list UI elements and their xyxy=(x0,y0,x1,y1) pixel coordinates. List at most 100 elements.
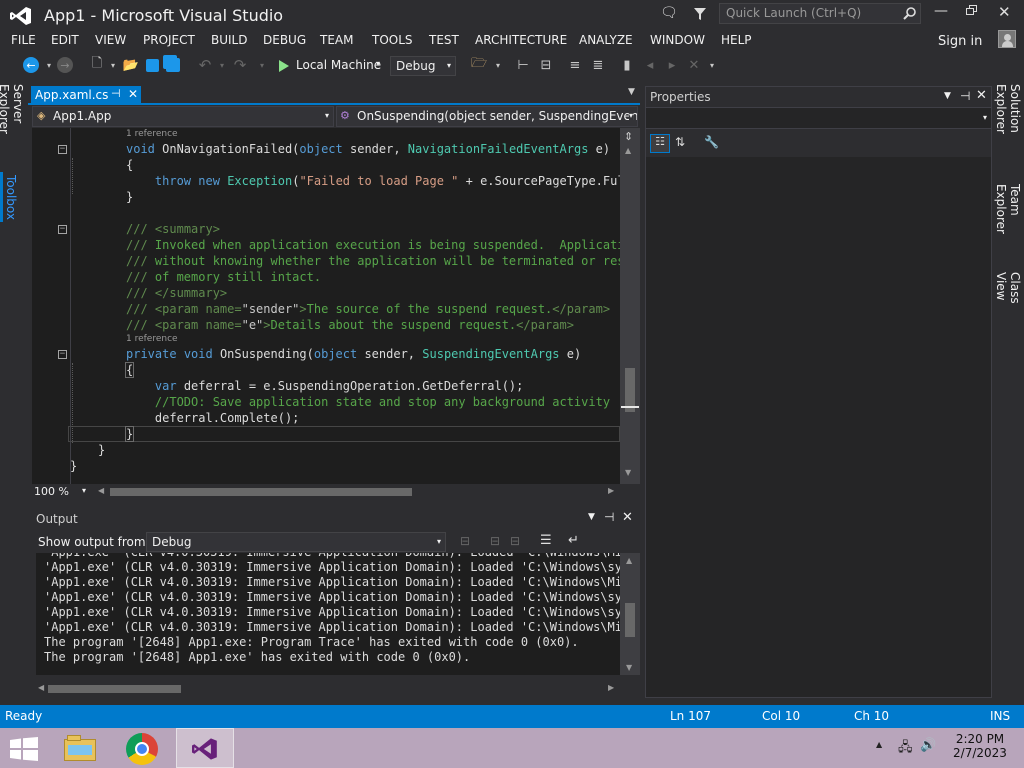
close-window-button[interactable]: ✕ xyxy=(998,3,1011,21)
menu-edit[interactable]: EDIT xyxy=(51,33,79,47)
zoom-dropdown-icon[interactable]: ▾ xyxy=(82,486,86,495)
outdent-icon[interactable]: ≣ xyxy=(589,56,607,74)
menu-team[interactable]: TEAM xyxy=(320,33,353,47)
start-debugging-button[interactable]: Local Machine ▾ xyxy=(276,56,386,76)
save-icon[interactable] xyxy=(146,59,159,72)
menu-analyze[interactable]: ANALYZE xyxy=(579,33,633,47)
clear-all-icon[interactable]: ☰ xyxy=(540,533,552,548)
network-icon[interactable]: 🖧 xyxy=(898,738,913,760)
output-source-select[interactable]: Debug ▾ xyxy=(146,532,446,552)
scroll-right-icon[interactable]: ▶ xyxy=(608,683,614,692)
forward-icon[interactable]: → xyxy=(57,57,73,73)
properties-object-select[interactable]: ▾ xyxy=(646,107,991,129)
layout-icon[interactable]: ⊟ xyxy=(537,56,555,74)
menu-window[interactable]: WINDOW xyxy=(650,33,705,47)
class-navigation-select[interactable]: ◈ App1.App ▾ xyxy=(32,106,334,127)
back-dropdown-icon[interactable]: ▾ xyxy=(40,56,58,74)
code-lens-reference[interactable]: 1 reference xyxy=(126,334,178,344)
next-bookmark-icon[interactable]: ▸ xyxy=(663,56,681,74)
minimize-button[interactable]: — xyxy=(934,3,948,19)
pin-icon[interactable]: ⊣ xyxy=(604,510,614,524)
show-hidden-icons[interactable]: ▲ xyxy=(876,740,882,749)
quick-launch-input[interactable]: Quick Launch (Ctrl+Q) xyxy=(719,3,921,24)
undo-icon[interactable]: ↶ xyxy=(196,56,214,74)
scroll-left-icon[interactable]: ◀ xyxy=(38,683,44,692)
collapse-icon[interactable]: − xyxy=(58,350,67,359)
open-folder-icon[interactable]: 📂 xyxy=(122,56,140,74)
scroll-thumb[interactable] xyxy=(625,603,635,637)
chrome-icon[interactable] xyxy=(126,733,158,765)
start-button[interactable] xyxy=(10,737,38,761)
prev-bookmark-icon[interactable]: ◂ xyxy=(641,56,659,74)
scroll-down-icon[interactable]: ▼ xyxy=(626,663,632,672)
collapse-icon[interactable]: − xyxy=(58,225,67,234)
file-explorer-icon[interactable] xyxy=(64,735,98,762)
redo-dropdown-icon[interactable]: ▾ xyxy=(253,56,271,74)
undo-dropdown-icon[interactable]: ▾ xyxy=(213,56,231,74)
pin-icon[interactable]: ⊣ xyxy=(111,87,121,100)
restore-button[interactable] xyxy=(966,5,978,16)
search-icon[interactable] xyxy=(903,7,916,20)
save-all-icon[interactable] xyxy=(166,58,180,72)
split-icon[interactable]: ⇕ xyxy=(624,130,633,143)
clock[interactable]: 2:20 PM 2/7/2023 xyxy=(952,732,1008,760)
navigate-icon[interactable]: ⊢ xyxy=(514,56,532,74)
editor-vertical-scrollbar[interactable]: ⇕ ▲ ▼ xyxy=(620,128,640,484)
toolbar-overflow-icon[interactable]: ▾ xyxy=(703,56,721,74)
collapse-icon[interactable]: − xyxy=(58,145,67,154)
find-message-icon[interactable]: ⊟ xyxy=(460,534,470,548)
solution-explorer-tab[interactable]: Solution Explorer xyxy=(994,84,1022,176)
pin-icon[interactable]: ⊣ xyxy=(960,89,970,103)
toolbox-tab[interactable]: Toolbox xyxy=(0,172,22,222)
output-vertical-scrollbar[interactable]: ▲ ▼ xyxy=(620,553,640,675)
menu-build[interactable]: BUILD xyxy=(211,33,247,47)
close-panel-icon[interactable]: ✕ xyxy=(976,88,987,103)
menu-debug[interactable]: DEBUG xyxy=(263,33,306,47)
next-message-icon[interactable]: ⊟ xyxy=(510,534,520,548)
redo-icon[interactable]: ↷ xyxy=(231,56,249,74)
word-wrap-icon[interactable]: ↵ xyxy=(568,533,579,548)
visual-studio-taskbar-button[interactable] xyxy=(176,728,234,768)
horizontal-scroll-thumb[interactable] xyxy=(110,488,412,496)
horizontal-scroll-thumb[interactable] xyxy=(48,685,181,693)
find-dropdown-icon[interactable]: ▾ xyxy=(489,56,507,74)
server-explorer-tab[interactable]: Server Explorer xyxy=(0,84,25,164)
prev-message-icon[interactable]: ⊟ xyxy=(490,534,500,548)
class-view-tab[interactable]: Class View xyxy=(994,272,1022,330)
scroll-left-icon[interactable]: ◀ xyxy=(98,486,104,495)
back-icon[interactable]: ← xyxy=(23,57,39,73)
team-explorer-tab[interactable]: Team Explorer xyxy=(994,184,1022,264)
code-lens-reference[interactable]: 1 reference xyxy=(126,129,178,139)
configuration-select[interactable]: Debug ▾ xyxy=(390,56,456,76)
scroll-up-icon[interactable]: ▲ xyxy=(626,556,632,565)
zoom-level[interactable]: 100 % xyxy=(34,485,69,498)
menu-help[interactable]: HELP xyxy=(721,33,752,47)
output-horizontal-scrollbar[interactable]: ◀ ▶ xyxy=(36,682,620,696)
member-navigation-select[interactable]: ⚙ OnSuspending(object sender, Suspending… xyxy=(336,106,638,127)
menu-view[interactable]: VIEW xyxy=(95,33,126,47)
filter-icon[interactable] xyxy=(693,7,707,21)
find-in-files-icon[interactable]: 🗁 xyxy=(470,56,488,74)
tab-app-xaml-cs[interactable]: App.xaml.cs ⊣ ✕ xyxy=(31,86,141,105)
menu-project[interactable]: PROJECT xyxy=(143,33,195,47)
feedback-icon[interactable]: 🗨 xyxy=(660,5,678,21)
bookmark-icon[interactable]: ▮ xyxy=(618,56,636,74)
output-text-area[interactable]: 'App1.exe' (CLR v4.0.30319: Immersive Ap… xyxy=(36,553,620,675)
avatar[interactable] xyxy=(998,30,1016,48)
menu-architecture[interactable]: ARCHITECTURE xyxy=(475,33,567,47)
scroll-up-icon[interactable]: ▲ xyxy=(625,146,631,155)
categorized-icon[interactable]: ☷ xyxy=(650,134,670,153)
menu-tools[interactable]: TOOLS xyxy=(372,33,413,47)
close-panel-icon[interactable]: ✕ xyxy=(622,510,633,525)
scroll-right-icon[interactable]: ▶ xyxy=(608,486,614,495)
code-editor[interactable]: 1 reference − void OnNavigationFailed(ob… xyxy=(32,128,620,484)
menu-file[interactable]: FILE xyxy=(11,33,36,47)
clear-bookmarks-icon[interactable]: ✕ xyxy=(685,56,703,74)
panel-menu-icon[interactable]: ▼ xyxy=(944,91,951,101)
sign-in-link[interactable]: Sign in xyxy=(938,34,982,49)
alphabetical-icon[interactable]: ⇅ xyxy=(675,135,685,149)
scroll-down-icon[interactable]: ▼ xyxy=(625,468,631,477)
new-dropdown-icon[interactable]: ▾ xyxy=(104,56,122,74)
menu-test[interactable]: TEST xyxy=(429,33,459,47)
indent-icon[interactable]: ≡ xyxy=(566,56,584,74)
